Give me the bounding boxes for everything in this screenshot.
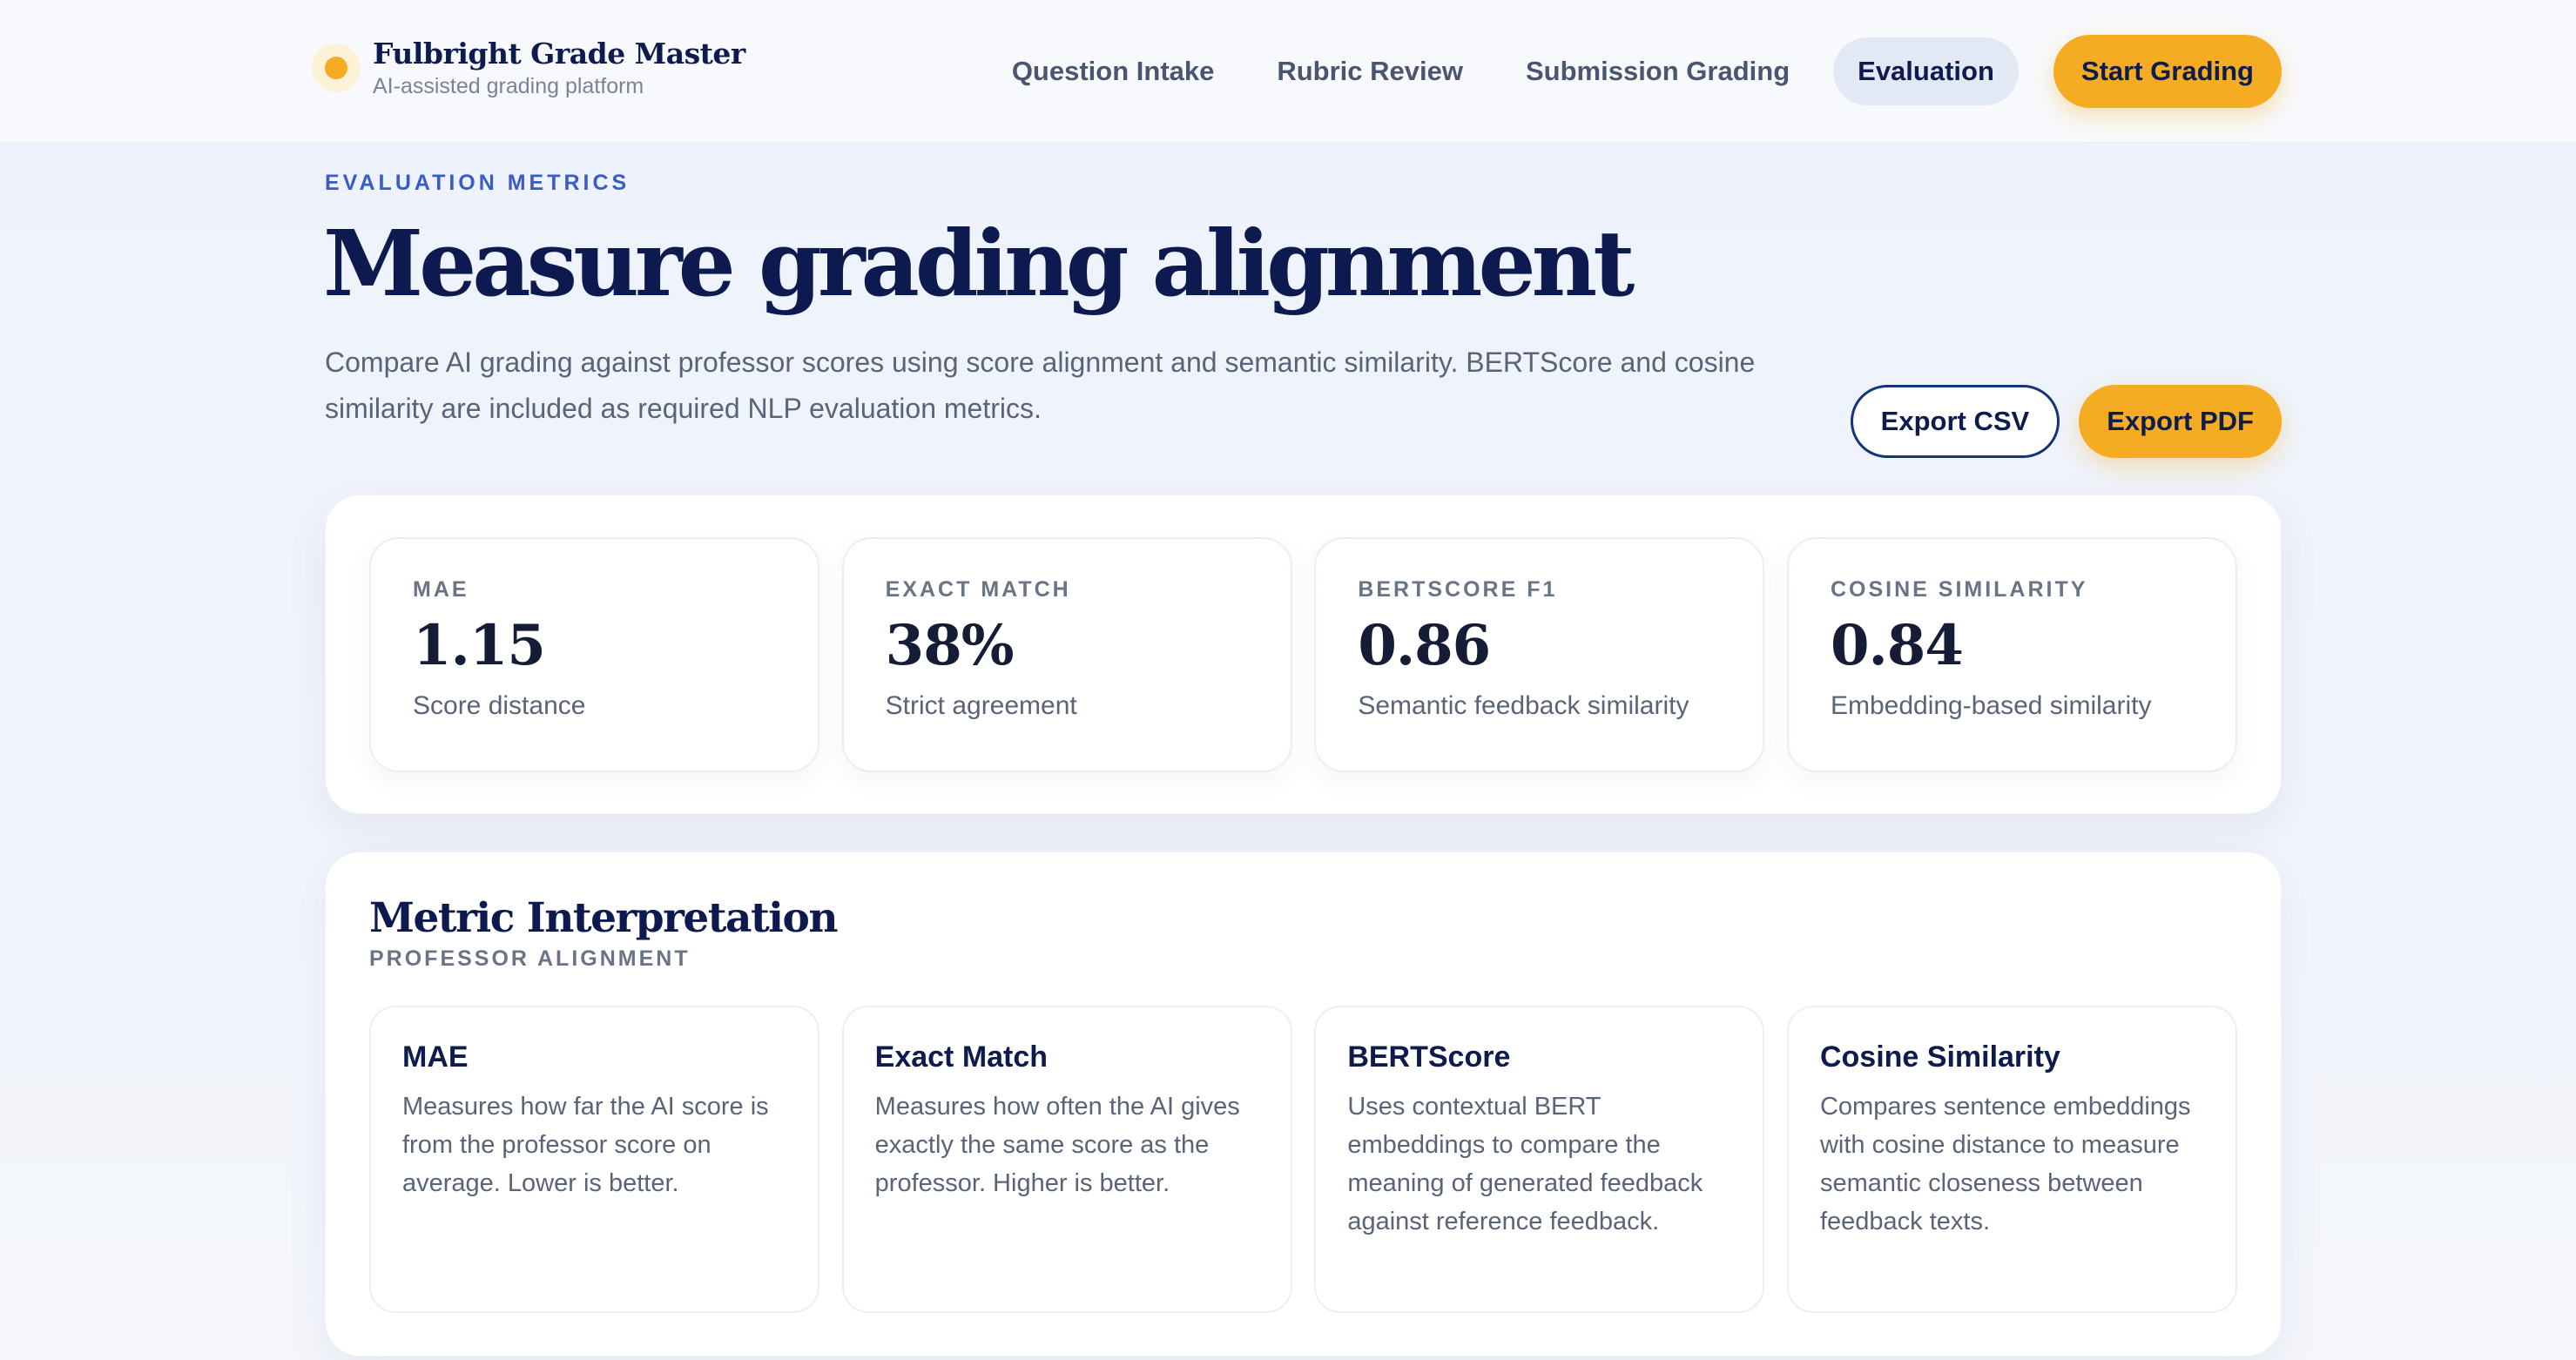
- page-eyebrow: EVALUATION METRICS: [325, 171, 631, 195]
- brand-logo-icon: [312, 44, 361, 92]
- metric-description: Semantic feedback similarity: [1358, 691, 1689, 720]
- brand[interactable]: Fulbright Grade Master AI-assisted gradi…: [312, 37, 745, 99]
- metric-label: EXACT MATCH: [885, 577, 1071, 602]
- main-nav: Question Intake Rubric Review Submission…: [968, 35, 2282, 108]
- metric-cards: MAE 1.15 Score distance EXACT MATCH 38% …: [369, 537, 2237, 772]
- interpretation-card-text: Uses contextual BERT embeddings to compa…: [1347, 1093, 1703, 1235]
- metric-label: MAE: [413, 577, 469, 602]
- interpretation-card-title: Cosine Similarity: [1819, 1040, 2060, 1074]
- interpretation-card-mae: MAE Measures how far the AI score is fro…: [369, 1006, 819, 1313]
- nav-item-question-intake[interactable]: Question Intake: [993, 37, 1234, 105]
- metric-card-mae: MAE 1.15 Score distance: [369, 537, 819, 772]
- interpretation-cards: MAE Measures how far the AI score is fro…: [369, 1006, 2237, 1313]
- metric-card-cosine-similarity: COSINE SIMILARITY 0.84 Embedding-based s…: [1786, 537, 2237, 772]
- nav-item-evaluation[interactable]: Evaluation: [1833, 37, 2019, 105]
- export-csv-button[interactable]: Export CSV: [1850, 385, 2060, 458]
- metric-value: 1.15: [413, 613, 546, 678]
- metric-description: Score distance: [413, 691, 586, 720]
- metric-card-bertscore: BERTSCORE F1 0.86 Semantic feedback simi…: [1314, 537, 1765, 772]
- metric-value: 0.86: [1358, 613, 1491, 678]
- interpretation-card-text: Measures how often the AI gives exactly …: [874, 1093, 1240, 1197]
- interpretation-card-title: BERTScore: [1347, 1040, 1511, 1074]
- interpretation-card-text: Compares sentence embeddings with cosine…: [1819, 1093, 2191, 1235]
- page-title: Measure grading alignment: [323, 210, 1635, 317]
- interpretation-card-text: Measures how far the AI score is from th…: [402, 1093, 769, 1197]
- metric-description: Embedding-based similarity: [1830, 691, 2152, 720]
- nav-item-rubric-review[interactable]: Rubric Review: [1258, 37, 1482, 105]
- brand-title: Fulbright Grade Master: [373, 37, 745, 71]
- interpretation-card-exact-match: Exact Match Measures how often the AI gi…: [841, 1006, 1292, 1313]
- interpretation-card-cosine-similarity: Cosine Similarity Compares sentence embe…: [1786, 1006, 2237, 1313]
- interpretation-panel: Metric Interpretation PROFESSOR ALIGNMEN…: [325, 852, 2282, 1357]
- brand-dot: [325, 57, 347, 79]
- top-navigation-bar: Fulbright Grade Master AI-assisted gradi…: [0, 0, 2576, 143]
- start-grading-button[interactable]: Start Grading: [2053, 35, 2282, 108]
- metric-label: BERTSCORE F1: [1358, 577, 1558, 602]
- interpretation-title: Metric Interpretation: [369, 894, 839, 942]
- export-pdf-button[interactable]: Export PDF: [2079, 385, 2282, 458]
- metrics-panel: MAE 1.15 Score distance EXACT MATCH 38% …: [325, 495, 2282, 814]
- metric-label: COSINE SIMILARITY: [1830, 577, 2088, 602]
- nav-item-submission-grading[interactable]: Submission Grading: [1507, 37, 1809, 105]
- brand-text: Fulbright Grade Master AI-assisted gradi…: [373, 37, 745, 99]
- page-description: Compare AI grading against professor sco…: [325, 347, 1756, 424]
- interpretation-subtitle: PROFESSOR ALIGNMENT: [369, 946, 691, 971]
- brand-subtitle: AI-assisted grading platform: [373, 74, 644, 98]
- metric-value: 38%: [885, 613, 1015, 678]
- interpretation-card-title: Exact Match: [874, 1040, 1049, 1074]
- metric-card-exact-match: EXACT MATCH 38% Strict agreement: [841, 537, 1292, 772]
- interpretation-card-bertscore: BERTScore Uses contextual BERT embedding…: [1314, 1006, 1765, 1313]
- metric-description: Strict agreement: [885, 691, 1077, 720]
- interpretation-card-title: MAE: [402, 1040, 469, 1074]
- export-actions: Export CSV Export PDF: [1850, 385, 2282, 458]
- metric-value: 0.84: [1830, 613, 1964, 678]
